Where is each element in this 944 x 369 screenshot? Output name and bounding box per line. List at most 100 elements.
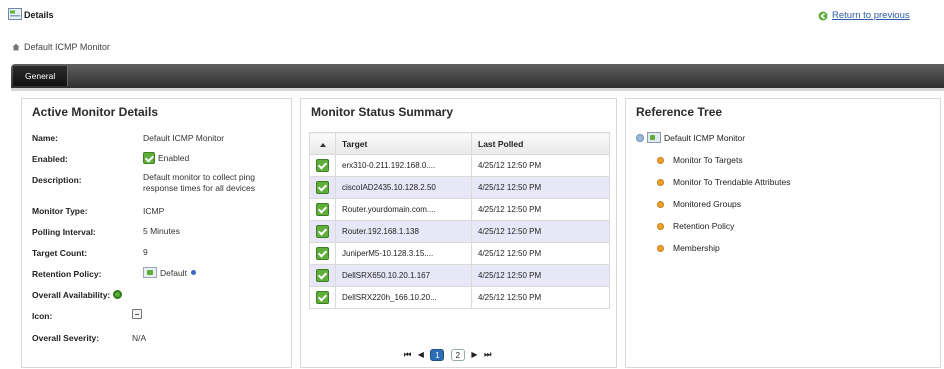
- last-polled-cell: 4/25/12 12:50 PM: [471, 176, 610, 199]
- detail-row-polling-interval: Polling Interval:: [32, 227, 96, 237]
- tree-item-label[interactable]: Monitor To Targets: [673, 155, 743, 165]
- retention-policy-icon: [143, 267, 157, 278]
- status-ok-icon: [316, 291, 329, 304]
- monitor-status-summary-panel: Monitor Status Summary Target Last Polle…: [300, 98, 617, 368]
- last-page-button[interactable]: ⏭: [484, 349, 491, 361]
- tree-root-label[interactable]: Default ICMP Monitor: [664, 133, 745, 143]
- tab-bar: [11, 64, 944, 88]
- tree-root[interactable]: Default ICMP Monitor: [636, 132, 745, 143]
- availability-status-icon: [112, 290, 122, 299]
- detail-row-description: Description:: [32, 175, 82, 185]
- status-cell: [309, 264, 336, 287]
- tree-item-membership[interactable]: Membership: [657, 243, 720, 253]
- detail-value-description: Default monitor to collect ping response…: [143, 172, 255, 193]
- sort-ascending-icon: [319, 142, 326, 147]
- enabled-text: Enabled: [158, 153, 190, 163]
- reference-tree-heading: Reference Tree: [636, 105, 723, 119]
- last-polled-cell: 4/25/12 12:50 PM: [471, 198, 610, 221]
- tree-item-monitored-groups[interactable]: Monitored Groups: [657, 199, 741, 209]
- tree-item-label[interactable]: Retention Policy: [673, 221, 734, 231]
- detail-label: Name:: [32, 133, 58, 143]
- last-polled-cell: 4/25/12 12:50 PM: [471, 242, 610, 265]
- status-cell: [309, 286, 336, 309]
- table-row[interactable]: JuniperM5-10.128.3.15.... 4/25/12 12:50 …: [309, 242, 610, 265]
- tab-general[interactable]: General: [13, 66, 69, 86]
- last-polled-cell: 4/25/12 12:50 PM: [471, 220, 610, 243]
- info-icon[interactable]: [190, 270, 196, 275]
- tab-strip: [11, 88, 944, 91]
- detail-row-name: Name:: [32, 133, 58, 143]
- last-polled-cell: 4/25/12 12:50 PM: [471, 264, 610, 287]
- table-row[interactable]: Router.192.168.1.138 4/25/12 12:50 PM: [309, 220, 610, 243]
- reference-tree-panel: Reference Tree Default ICMP Monitor Moni…: [625, 98, 941, 368]
- detail-value-icon: [132, 309, 142, 320]
- return-to-previous-link[interactable]: Return to previous: [832, 10, 910, 21]
- previous-page-button[interactable]: ◀: [418, 349, 424, 361]
- detail-value-retention-policy[interactable]: Default: [143, 267, 196, 278]
- active-monitor-details-heading: Active Monitor Details: [32, 105, 159, 119]
- detail-label: Description:: [32, 175, 82, 185]
- home-icon[interactable]: [12, 43, 20, 51]
- target-cell: JuniperM5-10.128.3.15....: [335, 242, 472, 265]
- detail-row-overall-severity: Overall Severity:: [32, 333, 99, 343]
- status-column-header[interactable]: [309, 132, 336, 155]
- status-ok-icon: [316, 247, 329, 260]
- monitor-glyph-icon: [132, 309, 142, 319]
- detail-row-enabled: Enabled:: [32, 154, 68, 164]
- tree-item-monitor-to-trendable-attributes[interactable]: Monitor To Trendable Attributes: [657, 177, 791, 187]
- detail-value-enabled: Enabled: [143, 152, 189, 164]
- tree-node-icon: [657, 201, 664, 208]
- tree-item-retention-policy[interactable]: Retention Policy: [657, 221, 734, 231]
- table-row[interactable]: DellSRX220h_166.10.20... 4/25/12 12:50 P…: [309, 286, 610, 309]
- detail-label: Monitor Type:: [32, 206, 88, 216]
- detail-label: Overall Availability:: [32, 290, 111, 300]
- detail-label: Target Count:: [32, 248, 88, 258]
- target-cell: ciscoIAD2435.10.128.2.50: [335, 176, 472, 199]
- detail-row-icon: Icon:: [32, 311, 52, 321]
- detail-value-monitor-type: ICMP: [143, 206, 165, 216]
- target-column-header[interactable]: Target: [335, 132, 472, 155]
- last-polled-column-header[interactable]: Last Polled: [471, 132, 610, 155]
- pagination: ⏮ ◀ 1 2 ▶ ⏭: [404, 349, 495, 363]
- table-row[interactable]: Router.yourdomain.com.... 4/25/12 12:50 …: [309, 198, 610, 221]
- table-row[interactable]: erx310-0.211.192.168.0.... 4/25/12 12:50…: [309, 154, 610, 177]
- status-cell: [309, 176, 336, 199]
- tree-item-label[interactable]: Monitored Groups: [673, 199, 741, 209]
- detail-row-monitor-type: Monitor Type:: [32, 206, 88, 216]
- status-cell: [309, 198, 336, 221]
- detail-value-name: Default ICMP Monitor: [143, 133, 225, 143]
- tree-item-label[interactable]: Membership: [673, 243, 720, 253]
- tree-node-icon: [657, 179, 664, 186]
- tree-item-monitor-to-targets[interactable]: Monitor To Targets: [657, 155, 743, 165]
- collapse-icon[interactable]: [636, 134, 644, 142]
- first-page-button[interactable]: ⏮: [404, 349, 411, 361]
- page-2-button[interactable]: 2: [450, 349, 465, 361]
- status-cell: [309, 242, 336, 265]
- last-polled-cell: 4/25/12 12:50 PM: [471, 154, 610, 177]
- target-cell: DellSRX650.10.20.1.167: [335, 264, 472, 287]
- detail-row-retention-policy: Retention Policy:: [32, 269, 101, 279]
- detail-label: Enabled:: [32, 154, 68, 164]
- next-page-button[interactable]: ▶: [471, 349, 477, 361]
- table-row[interactable]: DellSRX650.10.20.1.167 4/25/12 12:50 PM: [309, 264, 610, 287]
- page-title: Details: [24, 10, 54, 20]
- monitor-status-table: Target Last Polled erx310-0.211.192.168.…: [309, 132, 610, 309]
- detail-label: Polling Interval:: [32, 227, 96, 237]
- detail-label: Overall Severity:: [32, 333, 100, 343]
- status-ok-icon: [316, 181, 329, 194]
- detail-value-polling-interval: 5 Minutes: [143, 226, 180, 236]
- target-cell: DellSRX220h_166.10.20...: [335, 286, 472, 309]
- details-icon: [8, 8, 22, 20]
- return-arrow-icon[interactable]: [818, 11, 828, 21]
- table-row[interactable]: ciscoIAD2435.10.128.2.50 4/25/12 12:50 P…: [309, 176, 610, 199]
- retention-policy-link[interactable]: Default: [160, 268, 187, 278]
- detail-label: Icon:: [32, 311, 53, 321]
- table-header-row: Target Last Polled: [309, 132, 610, 155]
- monitor-node-icon: [647, 132, 661, 143]
- page-1-button[interactable]: 1: [430, 349, 445, 361]
- status-cell: [309, 154, 336, 177]
- status-ok-icon: [316, 159, 329, 172]
- tree-node-icon: [657, 157, 664, 164]
- tree-item-label[interactable]: Monitor To Trendable Attributes: [673, 177, 791, 187]
- status-cell: [309, 220, 336, 243]
